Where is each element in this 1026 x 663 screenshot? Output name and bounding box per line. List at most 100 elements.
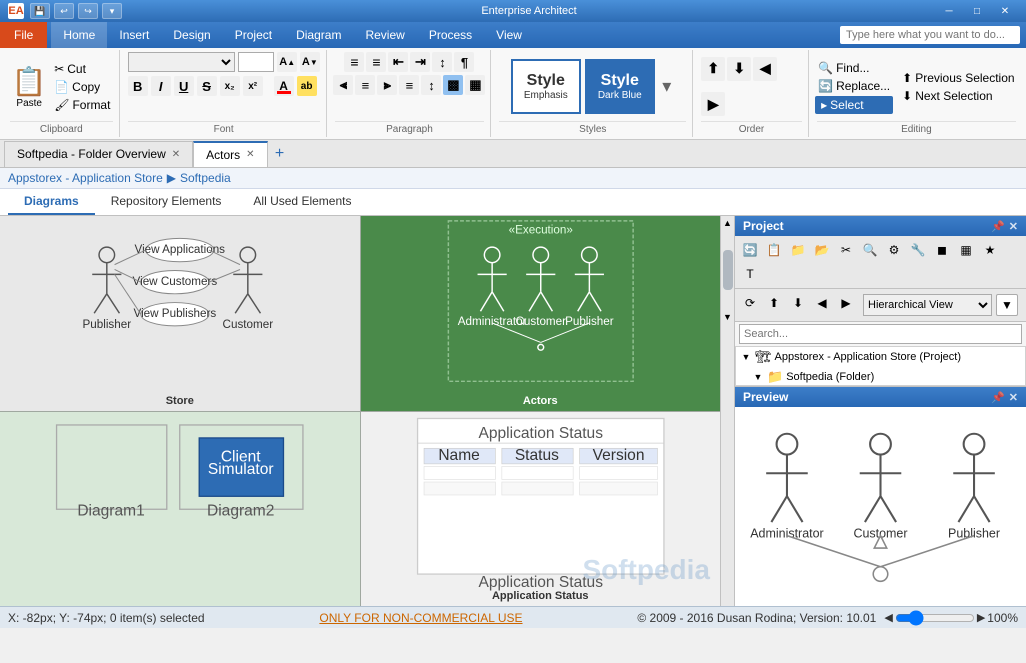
menu-item-view[interactable]: View bbox=[484, 22, 534, 48]
tree-item-softpedia[interactable]: ▼ 📁 Softpedia (Folder) bbox=[736, 367, 1025, 386]
project-tool-14[interactable]: ⬆ bbox=[763, 292, 785, 314]
format-button[interactable]: 🖌 Format bbox=[51, 97, 113, 113]
bullets-button[interactable]: ≡ bbox=[344, 52, 364, 72]
next-selection-button[interactable]: ⬇ Next Selection bbox=[899, 88, 1017, 104]
font-color-button[interactable]: A bbox=[274, 76, 294, 96]
breadcrumb-item-2[interactable]: Softpedia bbox=[180, 171, 231, 185]
project-tool-8[interactable]: 🔧 bbox=[907, 239, 929, 261]
superscript-button[interactable]: x² bbox=[243, 76, 263, 96]
project-tool-17[interactable]: ▶ bbox=[835, 292, 857, 314]
menu-item-file[interactable]: File bbox=[0, 22, 47, 48]
scrollbar-down-arrow[interactable]: ▼ bbox=[721, 310, 735, 324]
menu-item-review[interactable]: Review bbox=[353, 22, 416, 48]
project-tool-1[interactable]: 🔄 bbox=[739, 239, 761, 261]
zoom-slider[interactable] bbox=[895, 610, 975, 626]
zoom-out-button[interactable]: ◀ bbox=[884, 611, 892, 624]
tab-actors-close[interactable]: ✕ bbox=[246, 149, 254, 160]
emphasis-style-button[interactable]: Style Emphasis bbox=[511, 59, 581, 114]
filter-button[interactable]: ▼ bbox=[996, 294, 1018, 316]
preview-close-icon[interactable]: ✕ bbox=[1009, 391, 1018, 404]
tab-actors[interactable]: Actors ✕ bbox=[193, 141, 267, 167]
diagram-cell-bottom-left[interactable]: Diagram1 Client Simulator Diagram2 bbox=[0, 412, 360, 607]
tab-overview[interactable]: Softpedia - Folder Overview ✕ bbox=[4, 141, 193, 167]
redo-tool[interactable]: ↪ bbox=[78, 3, 98, 19]
font-grow-button[interactable]: A▲ bbox=[277, 52, 297, 72]
tab-add-button[interactable]: + bbox=[268, 142, 292, 166]
minimize-button[interactable]: ─ bbox=[936, 3, 962, 19]
justify-button[interactable]: ≡ bbox=[399, 75, 419, 95]
diagram-cell-app-status[interactable]: Application Status Name Status Version bbox=[361, 412, 721, 607]
align-center-button[interactable]: ≡ bbox=[355, 75, 375, 95]
tree-toggle-softpedia[interactable]: ▼ bbox=[752, 371, 764, 383]
diagram-cell-store[interactable]: Publisher Customer View Applications Vie… bbox=[0, 216, 360, 411]
menu-item-diagram[interactable]: Diagram bbox=[284, 22, 353, 48]
order-btn-4[interactable]: ▶ bbox=[701, 92, 725, 116]
hierarchical-view-select[interactable]: Hierarchical View Flat View Package View bbox=[863, 294, 992, 316]
panel-pin-button[interactable]: 📌 bbox=[991, 220, 1005, 233]
project-tool-3[interactable]: 📁 bbox=[787, 239, 809, 261]
sub-tab-all-used[interactable]: All Used Elements bbox=[237, 189, 367, 215]
show-para-button[interactable]: ¶ bbox=[454, 52, 474, 72]
menu-item-design[interactable]: Design bbox=[161, 22, 222, 48]
project-tool-6[interactable]: 🔍 bbox=[859, 239, 881, 261]
select-button[interactable]: ▸ Select bbox=[815, 96, 893, 114]
project-tool-4[interactable]: 📂 bbox=[811, 239, 833, 261]
order-btn-2[interactable]: ⬇ bbox=[727, 57, 751, 81]
copy-button[interactable]: 📄 Copy bbox=[51, 79, 113, 95]
zoom-in-button[interactable]: ▶ bbox=[977, 611, 985, 624]
project-tool-9[interactable]: ◼ bbox=[931, 239, 953, 261]
font-size-input[interactable]: 0 bbox=[238, 52, 274, 72]
line-spacing-button[interactable]: ↕ bbox=[421, 75, 441, 95]
font-shrink-button[interactable]: A▼ bbox=[300, 52, 320, 72]
replace-button[interactable]: 🔄 Replace... bbox=[815, 78, 893, 94]
project-tool-12[interactable]: T bbox=[739, 263, 761, 285]
extra-tool[interactable]: ▾ bbox=[102, 3, 122, 19]
sort-button[interactable]: ↕ bbox=[432, 52, 452, 72]
font-family-select[interactable] bbox=[128, 52, 236, 72]
menu-item-insert[interactable]: Insert bbox=[107, 22, 161, 48]
strikethrough-button[interactable]: S bbox=[197, 76, 217, 96]
cut-button[interactable]: ✂ Cut bbox=[51, 61, 113, 77]
menu-item-process[interactable]: Process bbox=[417, 22, 484, 48]
scrollbar-up-arrow[interactable]: ▲ bbox=[721, 216, 735, 230]
numbering-button[interactable]: ≡ bbox=[366, 52, 386, 72]
undo-tool[interactable]: ↩ bbox=[54, 3, 74, 19]
previous-selection-button[interactable]: ⬆ Previous Selection bbox=[899, 70, 1017, 86]
project-tool-2[interactable]: 📋 bbox=[763, 239, 785, 261]
subscript-button[interactable]: x₂ bbox=[220, 76, 240, 96]
project-tool-16[interactable]: ◀ bbox=[811, 292, 833, 314]
align-right-button[interactable]: ⫸ bbox=[377, 75, 397, 95]
shading-button[interactable]: ▩ bbox=[443, 75, 463, 95]
project-tool-13[interactable]: ⟳ bbox=[739, 292, 761, 314]
maximize-button[interactable]: □ bbox=[964, 3, 990, 19]
scrollbar-thumb[interactable] bbox=[723, 250, 733, 290]
search-input[interactable] bbox=[840, 26, 1020, 44]
dark-blue-style-button[interactable]: Style Dark Blue bbox=[585, 59, 655, 114]
preview-pin-button[interactable]: 📌 bbox=[991, 391, 1005, 404]
italic-button[interactable]: I bbox=[151, 76, 171, 96]
panel-close-icon[interactable]: ✕ bbox=[1009, 220, 1018, 233]
sub-tab-diagrams[interactable]: Diagrams bbox=[8, 189, 95, 215]
project-tool-11[interactable]: ★ bbox=[979, 239, 1001, 261]
styles-scroll-arrow[interactable]: ▾ bbox=[659, 52, 675, 121]
align-left-button[interactable]: ⫷ bbox=[333, 75, 353, 95]
status-license[interactable]: ONLY FOR NON-COMMERCIAL USE bbox=[319, 611, 522, 625]
highlight-button[interactable]: ab bbox=[297, 76, 317, 96]
paste-button[interactable]: 📋 Paste bbox=[9, 57, 49, 117]
breadcrumb-item-1[interactable]: Appstorex - Application Store bbox=[8, 171, 163, 185]
tree-item-root[interactable]: ▼ 🏗 Appstorex - Application Store (Proje… bbox=[736, 347, 1025, 367]
tab-overview-close[interactable]: ✕ bbox=[172, 149, 180, 160]
sub-tab-repository[interactable]: Repository Elements bbox=[95, 189, 238, 215]
project-tool-15[interactable]: ⬇ bbox=[787, 292, 809, 314]
bold-button[interactable]: B bbox=[128, 76, 148, 96]
save-tool[interactable]: 💾 bbox=[30, 3, 50, 19]
order-btn-1[interactable]: ⬆ bbox=[701, 57, 725, 81]
project-tool-5[interactable]: ✂ bbox=[835, 239, 857, 261]
project-tool-7[interactable]: ⚙ bbox=[883, 239, 905, 261]
menu-item-home[interactable]: Home bbox=[51, 22, 107, 48]
border-button[interactable]: ▦ bbox=[465, 75, 485, 95]
project-tool-10[interactable]: ▦ bbox=[955, 239, 977, 261]
menu-item-project[interactable]: Project bbox=[223, 22, 284, 48]
tree-toggle-root[interactable]: ▼ bbox=[740, 351, 752, 363]
diagram-cell-actors[interactable]: «Execution» Administrator Customer bbox=[361, 216, 721, 411]
